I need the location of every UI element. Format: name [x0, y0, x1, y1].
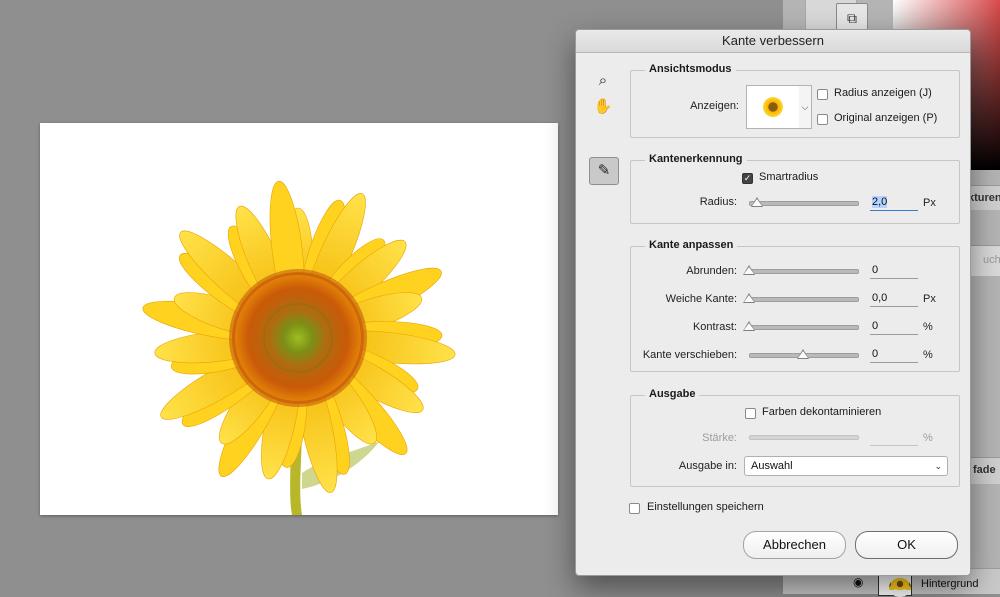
output-to-value: Auswahl: [751, 460, 793, 472]
adjust-row-label: Kontrast:: [692, 321, 737, 333]
view-preview-thumbnail: [763, 97, 783, 117]
adjust-value-field[interactable]: 0: [870, 347, 918, 363]
show-radius-checkbox[interactable]: [817, 89, 828, 100]
edge-detection-group: Kantenerkennung ✓ Smartradius Radius: 2,…: [630, 153, 960, 224]
view-dropdown-chevron-icon[interactable]: ⌵: [799, 85, 812, 129]
edge-detection-title: Kantenerkennung: [645, 153, 747, 165]
decontaminate-colors-label: Farben dekontaminieren: [762, 406, 882, 418]
adjust-unit: %: [923, 349, 933, 361]
show-original-checkbox[interactable]: [817, 114, 828, 125]
output-title: Ausgabe: [645, 388, 700, 400]
amount-value-field[interactable]: [870, 430, 918, 446]
smart-radius-checkbox[interactable]: ✓: [742, 173, 753, 184]
visibility-eye-icon[interactable]: ◉: [853, 575, 863, 589]
radius-slider-thumb[interactable]: [751, 197, 763, 207]
view-mode-title: Ansichtsmodus: [645, 63, 736, 75]
adjust-slider-track[interactable]: [749, 325, 859, 330]
output-to-select[interactable]: Auswahl ⌄: [744, 456, 948, 476]
adjust-row-label: Abrunden:: [686, 265, 737, 277]
panel-tab-label: kturen: [968, 192, 1000, 204]
adjust-slider-track[interactable]: [749, 269, 859, 274]
adjust-row-label: Kante verschieben:: [642, 349, 737, 361]
output-group: Ausgabe Farben dekontaminieren Stärke: %…: [630, 388, 960, 487]
adjust-unit: %: [923, 321, 933, 333]
adjust-value-field[interactable]: 0: [870, 319, 918, 335]
amount-slider-track[interactable]: [749, 435, 859, 440]
view-preview[interactable]: [746, 85, 800, 129]
amount-label: Stärke:: [702, 432, 737, 444]
adjust-slider-thumb[interactable]: [743, 265, 755, 275]
show-radius-label: Radius anzeigen (J): [834, 87, 932, 99]
adjust-slider-thumb[interactable]: [797, 349, 809, 359]
adjust-edge-title: Kante anpassen: [645, 239, 738, 251]
adjust-slider-thumb[interactable]: [743, 293, 755, 303]
radius-slider-track[interactable]: [749, 201, 859, 206]
hand-tool-icon[interactable]: ✋: [592, 96, 614, 118]
smart-radius-label: Smartradius: [759, 171, 819, 183]
panel-search-label: uchen: [983, 254, 1000, 266]
adjust-value-field[interactable]: 0,0: [870, 291, 918, 307]
sunflower-image: [142, 180, 456, 515]
radius-value-field[interactable]: 2,0: [870, 195, 918, 211]
radius-value: 2,0: [872, 196, 888, 208]
adjust-edge-group: Kante anpassen Abrunden: 0 Weiche Kante: 0,…: [630, 239, 960, 372]
select-chevron-down-icon: ⌄: [934, 461, 942, 471]
dialog-title: Kante verbessern: [576, 30, 970, 53]
adjust-value-field[interactable]: 0: [870, 263, 918, 279]
adjust-slider-track[interactable]: [749, 297, 859, 302]
adjust-row-label: Weiche Kante:: [665, 293, 737, 305]
zoom-tool-icon[interactable]: ⌕: [592, 70, 614, 92]
ok-button[interactable]: OK: [855, 531, 958, 559]
amount-unit: %: [923, 432, 933, 444]
remember-settings-label: Einstellungen speichern: [647, 501, 764, 513]
decontaminate-colors-checkbox[interactable]: [745, 408, 756, 419]
refine-edge-dialog: Kante verbessern ⌕ ✋ ✎ Ansichtsmodus Anz…: [575, 29, 971, 576]
layer-name: Hintergrund: [921, 578, 979, 590]
radius-unit: Px: [923, 197, 936, 209]
refine-radius-brush-icon[interactable]: ✎: [589, 157, 619, 185]
adjust-slider-thumb[interactable]: [743, 321, 755, 331]
view-mode-group: Ansichtsmodus Anzeigen: ⌵ Radius anzeige…: [630, 63, 960, 138]
paths-tab-label: fade: [973, 464, 996, 476]
radius-label: Radius:: [699, 196, 737, 208]
remember-settings-checkbox[interactable]: [629, 503, 640, 514]
adjust-unit: Px: [923, 293, 936, 305]
show-original-label: Original anzeigen (P): [834, 112, 938, 124]
show-label: Anzeigen:: [690, 100, 739, 112]
cancel-button[interactable]: Abbrechen: [743, 531, 846, 559]
document-canvas[interactable]: [40, 123, 558, 515]
output-to-label: Ausgabe in:: [678, 460, 737, 472]
